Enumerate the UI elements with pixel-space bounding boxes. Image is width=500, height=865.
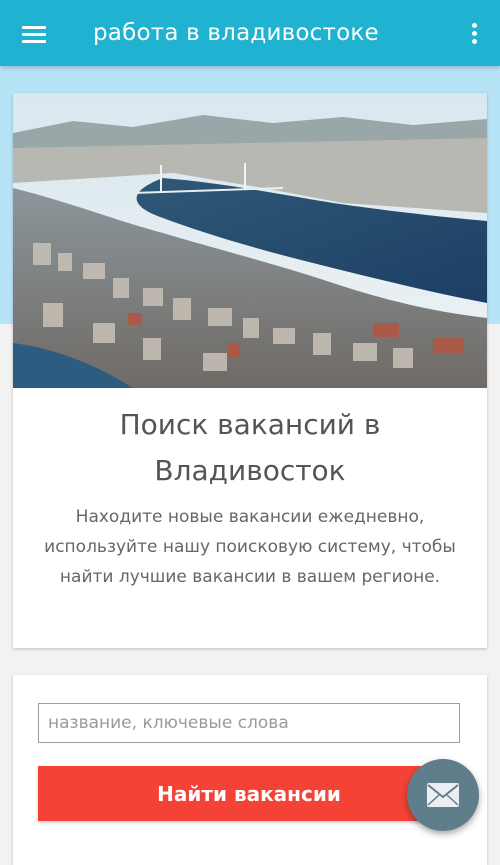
hero-title: Поиск вакансий в Владивосток — [119, 408, 381, 487]
app-title: работа в владивостоке — [93, 20, 379, 46]
search-input[interactable] — [38, 703, 460, 743]
app-bar: работа в владивостоке — [0, 0, 500, 66]
city-photo — [13, 93, 487, 388]
intro-card: Поиск вакансий в Владивосток Находите но… — [13, 93, 487, 648]
mail-envelope-icon — [427, 783, 459, 807]
hero-description: Находите новые вакансии ежедневно, испол… — [44, 507, 456, 587]
mail-fab-button[interactable] — [407, 759, 479, 831]
hamburger-menu-icon[interactable] — [14, 16, 50, 52]
more-vert-icon[interactable] — [462, 16, 486, 52]
find-jobs-button[interactable]: Найти вакансии — [38, 766, 460, 821]
